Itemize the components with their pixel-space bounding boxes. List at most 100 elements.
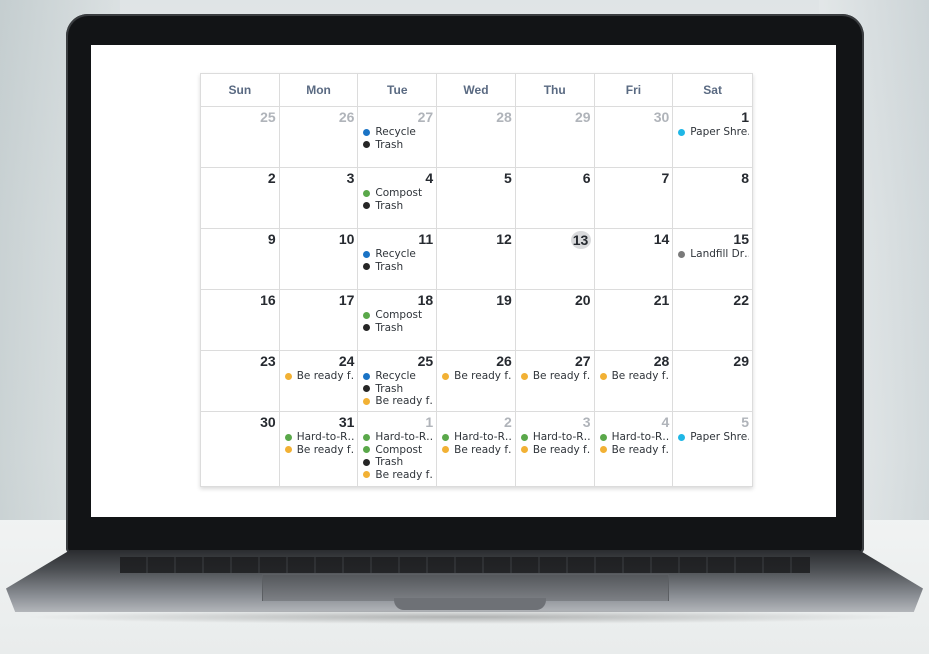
calendar-event-ready[interactable]: Be ready f… xyxy=(363,395,433,408)
calendar-event-recycle[interactable]: Recycle xyxy=(363,126,433,139)
calendar-day-cell[interactable]: 13 xyxy=(515,229,595,290)
calendar-day-cell[interactable]: 17 xyxy=(279,290,359,351)
calendar-day-cell[interactable]: 26 xyxy=(279,107,359,168)
calendar-day-cell[interactable]: 30 xyxy=(201,412,280,486)
calendar-event-ready[interactable]: Be ready f… xyxy=(442,444,512,457)
calendar-day-cell[interactable]: 2 xyxy=(201,168,280,229)
calendar-day-cell[interactable]: 8 xyxy=(673,168,752,229)
day-number-text: 4 xyxy=(661,414,670,430)
calendar-event-ready[interactable]: Be ready f… xyxy=(442,370,512,383)
calendar-event-trash[interactable]: Trash xyxy=(363,261,433,274)
calendar-day-cell[interactable]: 15 Landfill Dr… xyxy=(673,229,752,290)
calendar-event-ready[interactable]: Be ready f… xyxy=(599,370,669,383)
event-list: Hard-to-R…Be ready f… xyxy=(284,431,354,457)
calendar-event-recycle[interactable]: Recycle xyxy=(363,248,433,261)
event-dot-icon xyxy=(599,446,607,454)
calendar-day-cell[interactable]: 1Paper Shre… xyxy=(673,107,752,168)
calendar-event-recycle[interactable]: Recycle xyxy=(363,370,433,383)
calendar-event-trash[interactable]: Trash xyxy=(363,456,433,469)
calendar-event-ready[interactable]: Be ready f… xyxy=(363,469,433,482)
event-list: Be ready f… xyxy=(599,370,669,383)
calendar-day-cell[interactable]: 25RecycleTrashBe ready f… xyxy=(358,351,438,412)
calendar-day-cell[interactable]: 22 xyxy=(673,290,752,351)
calendar-day-cell[interactable]: 4 Compost Trash xyxy=(358,168,438,229)
day-number-text: 29 xyxy=(733,353,749,369)
calendar-day-cell[interactable]: 2Hard-to-R…Be ready f… xyxy=(437,412,516,486)
calendar-event-ready[interactable]: Be ready f… xyxy=(599,444,669,457)
event-list: Recycle Trash xyxy=(363,126,433,151)
calendar-day-cell[interactable]: 27Be ready f… xyxy=(515,351,595,412)
calendar-day-cell[interactable]: 21 xyxy=(594,290,674,351)
calendar-day-cell[interactable]: 25 xyxy=(201,107,280,168)
calendar-event-paper[interactable]: Paper Shre… xyxy=(678,126,749,139)
day-number: 7 xyxy=(600,170,669,186)
calendar-event-compost[interactable]: Compost xyxy=(363,309,433,322)
day-number-text: 12 xyxy=(496,231,512,247)
calendar-day-cell[interactable]: 10 xyxy=(279,229,359,290)
day-number: 3 xyxy=(521,414,591,430)
calendar-event-hard[interactable]: Hard-to-R… xyxy=(284,431,354,444)
calendar-day-cell[interactable]: 1Hard-to-R…CompostTrashBe ready f… xyxy=(358,412,438,486)
calendar-day-cell[interactable]: 7 xyxy=(594,168,674,229)
calendar-day-cell[interactable]: 31Hard-to-R…Be ready f… xyxy=(280,412,359,486)
calendar-day-cell[interactable]: 28Be ready f… xyxy=(594,351,674,412)
calendar-day-cell[interactable]: 27 Recycle Trash xyxy=(358,107,438,168)
day-number: 1 xyxy=(678,109,749,125)
calendar-day-cell[interactable]: 29 xyxy=(673,351,752,412)
event-label: Compost xyxy=(375,187,423,200)
calendar-event-trash[interactable]: Trash xyxy=(363,322,433,335)
calendar-event-trash[interactable]: Trash xyxy=(363,383,433,396)
calendar-event-hard[interactable]: Hard-to-R… xyxy=(442,431,512,444)
day-number-text: 16 xyxy=(260,292,276,308)
calendar-day-cell[interactable]: 3Hard-to-R…Be ready f… xyxy=(516,412,595,486)
laptop-screen: Sun Mon Tue Wed Thu Fri Sat 25 26 27 Recycle Trash 2… xyxy=(91,45,836,517)
laptop-shadow xyxy=(20,610,909,624)
calendar-day-cell[interactable]: 29 xyxy=(515,107,595,168)
calendar-event-trash[interactable]: Trash xyxy=(363,139,433,152)
calendar-event-compost[interactable]: Compost xyxy=(363,187,433,200)
calendar-day-cell[interactable]: 24Be ready f… xyxy=(279,351,359,412)
calendar-event-compost[interactable]: Compost xyxy=(363,444,433,457)
day-number-text: 22 xyxy=(733,292,749,308)
event-dot-icon xyxy=(363,397,371,405)
calendar-day-cell[interactable]: 16 xyxy=(201,290,280,351)
calendar-event-trash[interactable]: Trash xyxy=(363,200,433,213)
calendar-event-hard[interactable]: Hard-to-R… xyxy=(520,431,591,444)
calendar-day-cell[interactable]: 20 xyxy=(515,290,595,351)
day-number-text: 29 xyxy=(574,109,591,125)
calendar-day-cell[interactable]: 6 xyxy=(515,168,595,229)
calendar-day-cell[interactable]: 19 xyxy=(437,290,516,351)
calendar-event-landfill[interactable]: Landfill Dr… xyxy=(678,248,749,261)
calendar-event-ready[interactable]: Be ready f… xyxy=(284,370,355,383)
calendar-day-cell[interactable]: 5 xyxy=(437,168,516,229)
calendar-day-cell[interactable]: 14 xyxy=(594,229,674,290)
day-number: 30 xyxy=(206,414,276,430)
day-number-text: 2 xyxy=(504,414,512,430)
calendar-event-paper[interactable]: Paper Shre… xyxy=(678,431,749,444)
calendar-day-cell[interactable]: 26Be ready f… xyxy=(437,351,516,412)
calendar-day-cell[interactable]: 11 Recycle Trash xyxy=(358,229,438,290)
calendar-day-cell[interactable]: 4Hard-to-R…Be ready f… xyxy=(595,412,674,486)
calendar-day-cell[interactable]: 30 xyxy=(594,107,674,168)
day-number-text: 9 xyxy=(267,231,276,247)
calendar-day-cell[interactable]: 23 xyxy=(201,351,280,412)
calendar-day-cell[interactable]: 5Paper Shre… xyxy=(673,412,752,486)
calendar-day-cell[interactable]: 9 xyxy=(201,229,280,290)
event-dot-icon xyxy=(599,433,607,441)
calendar-day-cell[interactable]: 18 Compost Trash xyxy=(358,290,438,351)
weekday-header-thu: Thu xyxy=(515,74,595,107)
calendar-day-cell[interactable]: 12 xyxy=(437,229,516,290)
day-number-text: 18 xyxy=(417,292,434,308)
day-number: 28 xyxy=(600,353,670,369)
day-number-text: 28 xyxy=(496,109,512,125)
calendar-event-ready[interactable]: Be ready f… xyxy=(520,370,591,383)
calendar-event-ready[interactable]: Be ready f… xyxy=(520,443,591,457)
day-number: 19 xyxy=(442,292,512,308)
event-label: Be ready f… xyxy=(296,370,355,383)
calendar-day-cell[interactable]: 28 xyxy=(437,107,516,168)
event-label: Be ready f… xyxy=(532,443,591,456)
calendar-event-ready[interactable]: Be ready f… xyxy=(284,444,354,457)
calendar-day-cell[interactable]: 3 xyxy=(279,168,359,229)
calendar-event-hard[interactable]: Hard-to-R… xyxy=(599,431,669,444)
calendar-event-hard[interactable]: Hard-to-R… xyxy=(363,431,433,444)
